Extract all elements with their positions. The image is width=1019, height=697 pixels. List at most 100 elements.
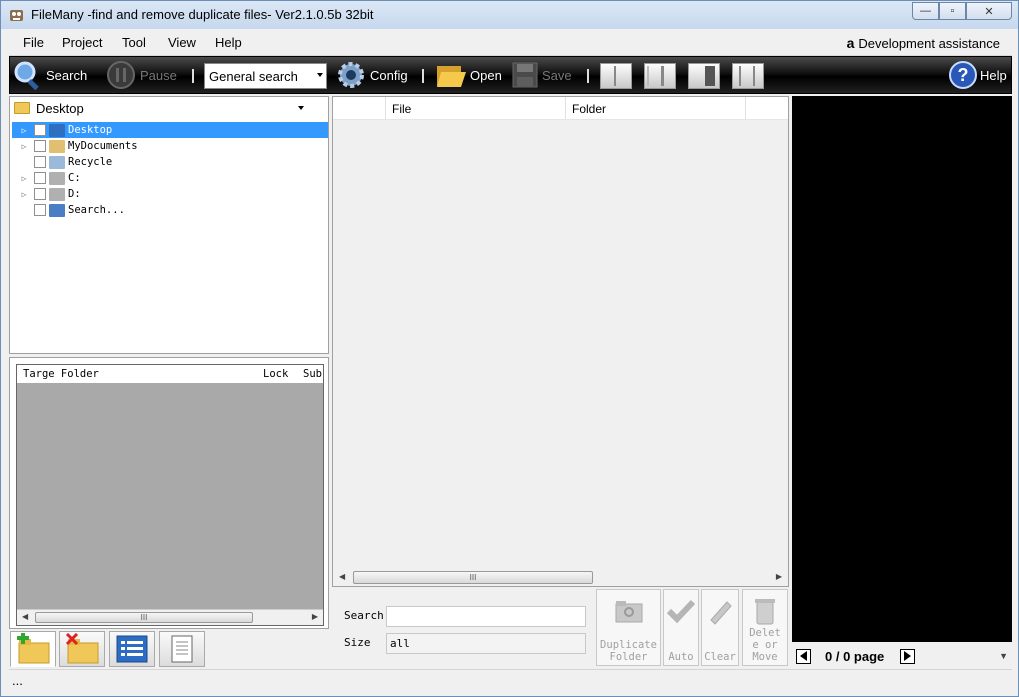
list-view-icon <box>116 635 148 663</box>
minimize-icon: — <box>920 5 931 17</box>
column-divider[interactable] <box>385 97 386 119</box>
scroll-thumb[interactable]: III <box>35 612 253 623</box>
pencil-icon <box>710 601 732 625</box>
tree-checkbox[interactable] <box>34 204 46 216</box>
document-icon <box>171 635 193 663</box>
recycle-icon <box>49 155 65 169</box>
close-button[interactable]: ✕ <box>966 2 1012 20</box>
close-icon: ✕ <box>984 5 994 18</box>
column-file[interactable]: File <box>392 102 411 116</box>
menu-tool[interactable]: Tool <box>122 35 146 50</box>
target-folder-panel: Targe Folder Lock Sub ◀ III ▶ <box>9 357 329 629</box>
expand-arrow-icon[interactable]: ▷ <box>18 186 30 202</box>
location-dropdown[interactable]: Desktop <box>10 97 328 119</box>
tree-node[interactable]: ▷ C: <box>12 170 328 186</box>
menu-view[interactable]: View <box>168 35 196 50</box>
tree-node[interactable]: ▷ MyDocuments <box>12 138 328 154</box>
column-folder[interactable]: Folder <box>572 102 606 116</box>
search-button[interactable]: Search <box>12 57 87 93</box>
expand-arrow-icon[interactable]: ▷ <box>18 138 30 154</box>
drive-icon <box>49 171 65 185</box>
tree-node-label: Recycle <box>68 156 113 168</box>
open-folder-icon <box>437 66 466 87</box>
menu-project[interactable]: Project <box>62 35 102 50</box>
column-sub[interactable]: Sub <box>303 368 322 380</box>
folder-icon <box>14 102 30 114</box>
duplicate-folder-button[interactable]: Duplicate Folder <box>596 589 661 666</box>
arrow-left-icon <box>800 651 807 661</box>
tree-node[interactable]: ▷ D: <box>12 186 328 202</box>
layout-one-button[interactable] <box>600 63 632 89</box>
tree-checkbox[interactable] <box>34 188 46 200</box>
search-filter-input[interactable] <box>386 606 586 627</box>
tree-checkbox[interactable] <box>34 172 46 184</box>
scroll-right-icon[interactable]: ▶ <box>312 612 318 621</box>
scroll-left-icon[interactable]: ◀ <box>22 612 28 621</box>
document-view-button[interactable] <box>159 631 205 667</box>
floppy-disk-icon <box>512 62 538 88</box>
layout-two-button[interactable] <box>644 63 676 89</box>
layout-split-right-icon <box>647 66 664 86</box>
maximize-button[interactable]: ▫ <box>939 2 966 20</box>
menu-file[interactable]: File <box>23 35 44 50</box>
layout-split-left-icon <box>614 66 616 86</box>
expand-arrow-icon[interactable]: ▷ <box>18 122 30 138</box>
tree-checkbox[interactable] <box>34 156 46 168</box>
column-lock[interactable]: Lock <box>263 368 288 380</box>
help-button[interactable]: ? Help <box>948 57 1007 93</box>
scroll-left-icon[interactable]: ◀ <box>339 572 345 581</box>
target-folder-list[interactable]: Targe Folder Lock Sub ◀ III ▶ <box>16 364 324 626</box>
add-folder-icon <box>17 633 50 664</box>
column-divider[interactable] <box>565 97 566 119</box>
save-button[interactable]: Save <box>512 57 572 93</box>
column-divider[interactable] <box>745 97 746 119</box>
delete-or-move-label: Delete or Move <box>749 627 781 663</box>
page-indicator: 0 / 0 page <box>825 648 885 664</box>
tree-node[interactable]: Recycle <box>12 154 328 170</box>
tree-checkbox[interactable] <box>34 140 46 152</box>
app-window: FileMany -find and remove duplicate file… <box>0 0 1019 697</box>
amazon-icon: a <box>846 35 855 51</box>
file-list-header: File Folder <box>333 97 788 120</box>
app-logo-icon <box>10 10 23 21</box>
column-target-folder[interactable]: Targe Folder <box>23 368 99 380</box>
next-page-button[interactable] <box>900 648 916 664</box>
status-bar: ... <box>9 669 1012 691</box>
location-value: Desktop <box>36 100 84 116</box>
gear-icon <box>338 62 364 88</box>
tree-node[interactable]: Search... <box>12 202 328 218</box>
list-view-button[interactable] <box>109 631 155 667</box>
file-list-horizontal-scrollbar[interactable]: ◀ III ▶ <box>333 569 788 586</box>
resize-grip-icon[interactable]: ▼ <box>999 651 1008 661</box>
menu-help[interactable]: Help <box>215 35 242 50</box>
tree-checkbox[interactable] <box>34 124 46 136</box>
open-button[interactable]: Open <box>435 57 502 93</box>
tree-node[interactable]: ▷ Desktop <box>12 122 328 138</box>
toolbar-separator <box>422 69 424 83</box>
status-text: ... <box>12 673 23 688</box>
minimize-button[interactable]: — <box>912 2 939 20</box>
target-horizontal-scrollbar[interactable]: ◀ III ▶ <box>17 609 323 625</box>
remove-folder-button[interactable] <box>59 631 105 667</box>
toolbar-separator <box>192 69 194 83</box>
auto-button[interactable]: Auto <box>663 589 699 666</box>
pause-button[interactable]: Pause <box>106 57 177 93</box>
scroll-thumb[interactable]: III <box>353 571 593 584</box>
search-mode-select[interactable]: General search <box>204 63 327 89</box>
help-icon: ? <box>949 61 977 89</box>
search-mode-value: General search <box>209 69 298 84</box>
file-list-panel: File Folder ◀ III ▶ <box>332 96 789 587</box>
add-folder-button[interactable] <box>10 631 56 667</box>
size-filter-input[interactable]: all <box>386 633 586 654</box>
clear-button[interactable]: Clear <box>701 589 739 666</box>
config-button[interactable]: Config <box>336 57 408 93</box>
scroll-right-icon[interactable]: ▶ <box>776 572 782 581</box>
layout-four-button[interactable] <box>732 63 764 89</box>
expand-arrow-icon[interactable]: ▷ <box>18 170 30 186</box>
delete-or-move-button[interactable]: Delete or Move <box>742 589 788 666</box>
previous-page-button[interactable] <box>796 648 811 664</box>
development-assistance-link[interactable]: a Development assistance <box>847 35 1000 51</box>
layout-three-button[interactable] <box>688 63 720 89</box>
window-title: FileMany -find and remove duplicate file… <box>31 7 374 22</box>
